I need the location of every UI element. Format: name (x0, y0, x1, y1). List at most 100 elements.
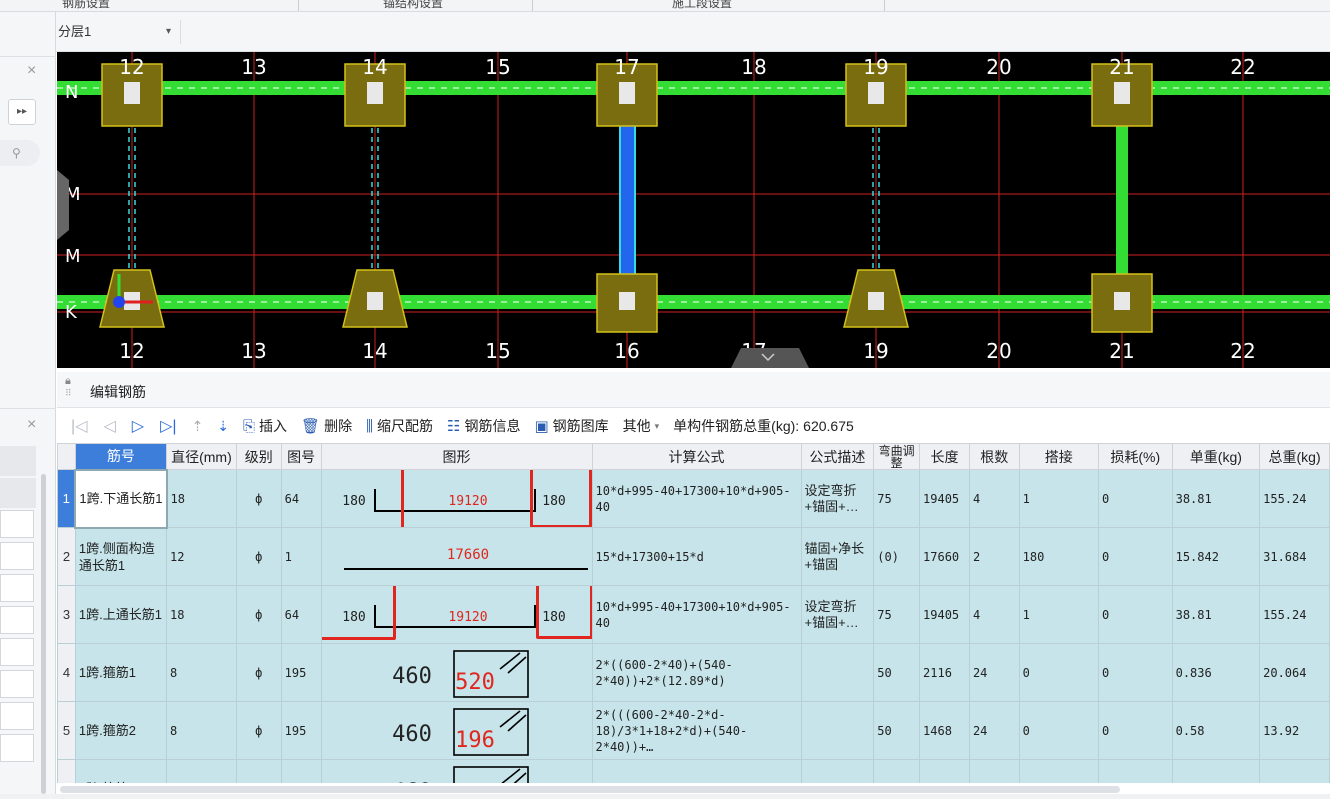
header-col[interactable]: 筋号 (74, 443, 168, 470)
cell-lap[interactable]: 0 (1018, 701, 1099, 760)
row-index[interactable]: 3 (57, 585, 76, 644)
cell-name[interactable]: 1跨.箍筋2 (74, 701, 168, 760)
cell-figure-no[interactable]: 195 (280, 701, 322, 760)
cell-length[interactable]: 2116 (919, 759, 970, 783)
cell-total-weight[interactable]: 20.064 (1259, 643, 1330, 702)
panel-field[interactable] (0, 542, 34, 570)
row-index[interactable]: 2 (57, 527, 76, 586)
cell-name[interactable]: 1跨.上通长筋1 (74, 585, 168, 644)
cell-loss[interactable]: 0 (1097, 527, 1173, 586)
cell-total-weight[interactable]: 30.096 (1259, 759, 1330, 783)
cell-formula-desc[interactable]: 设定弯折+锚固+… (800, 585, 875, 644)
cell-diameter[interactable]: 8 (166, 643, 237, 702)
cell-grade[interactable]: ф (235, 643, 282, 702)
cell-name[interactable]: 1跨.下通长筋1 (74, 468, 168, 529)
cell-length[interactable]: 2116 (919, 643, 970, 702)
cell-figure-no[interactable]: 195 (280, 759, 322, 783)
table-row[interactable]: 61跨.箍筋38ф195 460520 2*((600-2*40)+(540-2*4… (57, 759, 1330, 783)
header-col[interactable]: 计算公式 (591, 443, 802, 470)
cell-formula[interactable]: 10*d+995-40+17300+10*d+905-40 (591, 585, 802, 644)
move-down-icon[interactable]: ⇣ (212, 413, 234, 439)
first-record-icon[interactable]: |◁ (65, 413, 93, 439)
cell-loss[interactable]: 0 (1097, 759, 1173, 783)
cell-unit-weight[interactable]: 38.81 (1171, 469, 1261, 528)
search-icon[interactable]: ⚲ (0, 140, 40, 166)
cell-lap[interactable]: 180 (1018, 527, 1099, 586)
cell-count[interactable]: 36 (968, 759, 1020, 783)
next-record-icon[interactable]: ▷ (126, 413, 150, 439)
close-icon[interactable]: × (27, 416, 36, 434)
table-row[interactable]: 1 1跨.下通长筋1 18 ф 64 180 19120 180 10*d+995-40+173… (57, 468, 1330, 529)
header-col[interactable]: 图形 (320, 443, 593, 470)
table-row[interactable]: 2 1跨.侧面构造通长筋1 12 ф 1 17660 15*d+17300+15*d 锚固+净… (57, 527, 1330, 586)
header-col[interactable]: 直径(mm) (166, 443, 237, 470)
panel-row[interactable] (0, 446, 36, 476)
cell-formula[interactable]: 15*d+17300+15*d (591, 527, 802, 586)
cell-length[interactable]: 19405 (919, 585, 970, 644)
cell-name[interactable]: 1跨.箍筋3 (74, 759, 168, 783)
cell-bend-adjust[interactable]: 50 (873, 701, 921, 760)
cell-unit-weight[interactable]: 15.842 (1171, 527, 1261, 586)
panel-field[interactable] (0, 574, 34, 602)
cell-lap[interactable]: 0 (1018, 643, 1099, 702)
header-col[interactable]: 总重(kg) (1259, 443, 1330, 470)
cell-diameter[interactable]: 18 (166, 585, 237, 644)
cell-loss[interactable]: 0 (1097, 469, 1173, 528)
panel-row[interactable] (0, 478, 36, 508)
prev-record-icon[interactable]: ◁ (97, 413, 121, 439)
cell-shape[interactable]: 460520 (320, 759, 593, 783)
panel-field[interactable] (0, 638, 34, 666)
header-col[interactable]: 图号 (280, 443, 322, 470)
cell-formula-desc[interactable] (800, 701, 875, 760)
expand-button[interactable]: ▸▸ (8, 99, 36, 125)
cell-bend-adjust[interactable]: 75 (873, 585, 921, 644)
cell-diameter[interactable]: 18 (166, 469, 237, 528)
cell-count[interactable]: 2 (968, 527, 1020, 586)
cell-bend-adjust[interactable]: 75 (873, 469, 921, 528)
insert-button[interactable]: ⎘ 插入 (238, 413, 292, 439)
cell-unit-weight[interactable]: 0.58 (1171, 701, 1261, 760)
header-col[interactable]: 级别 (235, 443, 282, 470)
cell-shape[interactable]: 180 19120 180 (320, 585, 593, 644)
scale-rebar-button[interactable]: ⫼ 缩尺配筋 (361, 413, 438, 439)
cell-formula[interactable]: 2*((600-2*40)+(540-2*40))+2*(12.89*d) (591, 643, 802, 702)
cell-bend-adjust[interactable]: (0) (873, 527, 921, 586)
cell-count[interactable]: 24 (968, 643, 1020, 702)
cell-unit-weight[interactable]: 0.836 (1171, 643, 1261, 702)
cell-loss[interactable]: 0 (1097, 643, 1173, 702)
rebar-info-button[interactable]: ☷ 钢筋信息 (442, 413, 525, 439)
header-col[interactable]: 公式描述 (800, 443, 875, 470)
cell-grade[interactable]: ф (235, 527, 282, 586)
cell-formula-desc[interactable]: 设定弯折+锚固+… (800, 469, 875, 528)
row-index[interactable]: 6 (57, 759, 76, 783)
cell-grade[interactable]: ф (235, 701, 282, 760)
cell-grade[interactable]: ф (235, 759, 282, 783)
cell-diameter[interactable]: 8 (166, 701, 237, 760)
panel-field[interactable] (0, 734, 34, 762)
other-menu[interactable]: 其他 ▾ (618, 413, 665, 439)
cell-count[interactable]: 4 (968, 585, 1020, 644)
cell-count[interactable]: 24 (968, 701, 1020, 760)
cell-lap[interactable]: 1 (1018, 585, 1099, 644)
panel-field[interactable] (0, 670, 34, 698)
cell-diameter[interactable]: 8 (166, 759, 237, 783)
cell-figure-no[interactable]: 1 (280, 527, 322, 586)
cell-shape[interactable]: 460520 (320, 643, 593, 702)
cell-formula-desc[interactable] (800, 643, 875, 702)
cell-shape[interactable]: 17660 (320, 527, 593, 586)
cell-name[interactable]: 1跨.箍筋1 (74, 643, 168, 702)
cell-formula-desc[interactable]: 锚固+净长+锚固 (800, 527, 875, 586)
header-col[interactable]: 单重(kg) (1171, 443, 1261, 470)
close-icon[interactable]: × (27, 62, 36, 80)
cell-bend-adjust[interactable]: 50 (873, 643, 921, 702)
rebar-library-button[interactable]: ▣ 钢筋图库 (529, 413, 613, 439)
cell-figure-no[interactable]: 64 (280, 469, 322, 528)
delete-button[interactable]: 🗑︎ 删除 (296, 413, 357, 439)
cell-formula[interactable]: 2*(((600-2*40-2*d-18)/3*1+18+2*d)+(540-2… (591, 701, 802, 760)
cad-drawing[interactable]: 1213141517181920212212131415161719202122… (57, 52, 1330, 368)
cell-count[interactable]: 4 (968, 469, 1020, 528)
header-col[interactable]: 长度 (919, 443, 970, 470)
cell-formula-desc[interactable] (800, 759, 875, 783)
cell-unit-weight[interactable]: 0.836 (1171, 759, 1261, 783)
table-row[interactable]: 4 1跨.箍筋1 8 ф 195 460 520 2*((600-2*40)+(540-2*4… (57, 643, 1330, 702)
